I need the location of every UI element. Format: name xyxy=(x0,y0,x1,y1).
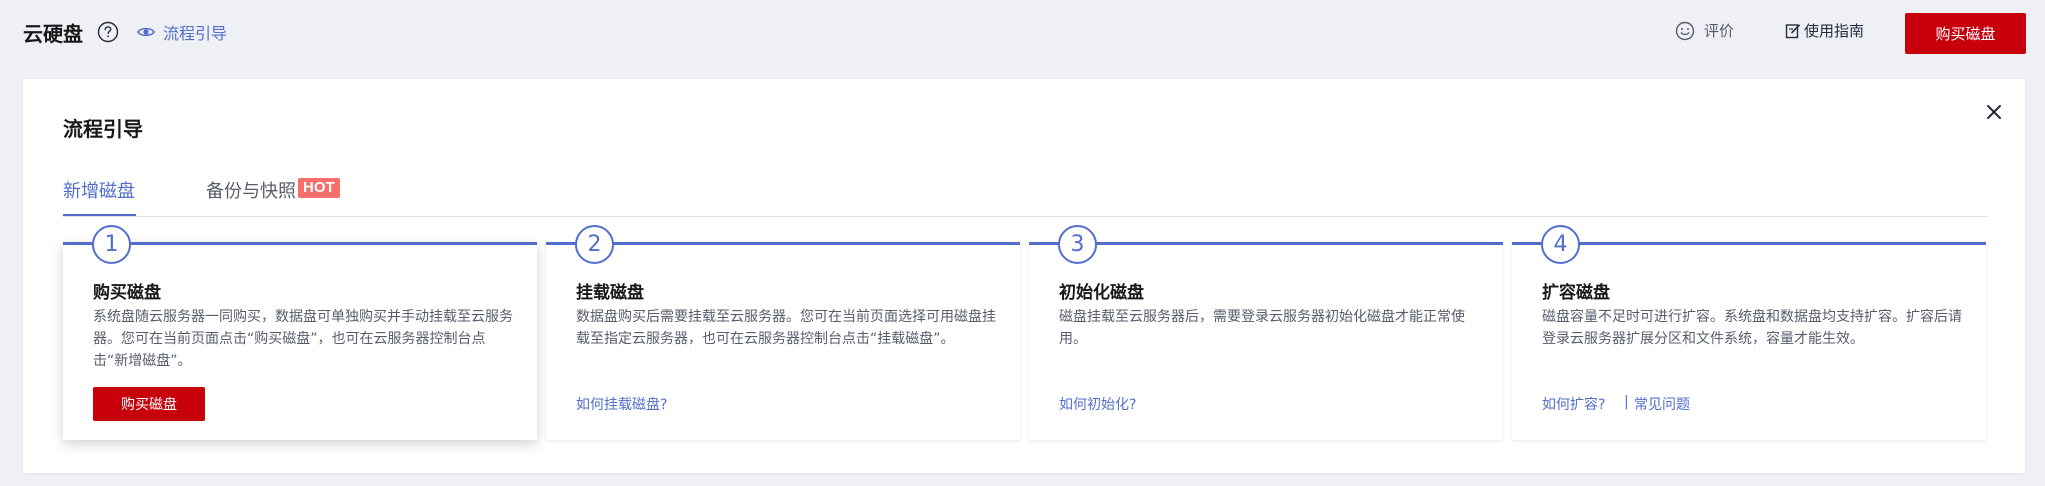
rate-button[interactable]: 评价 xyxy=(1675,20,1734,41)
manual-link[interactable]: 使用指南 xyxy=(1785,20,1864,41)
step-desc: 数据盘购买后需要挂载至云服务器。您可在当前页面选择可用磁盘挂载至指定云服务器，也… xyxy=(576,309,996,347)
step-number: 4 xyxy=(1541,225,1580,264)
rate-label: 评价 xyxy=(1704,22,1735,40)
step-card-init: 3 初始化磁盘 磁盘挂载至云服务器后，需要登录云服务器初始化磁盘才能正常使用。 … xyxy=(1029,225,1503,440)
step-card-expand: 4 扩容磁盘 磁盘容量不足时可进行扩容。系统盘和数据盘均支持扩容。扩容后请登录云… xyxy=(1512,225,1986,440)
step-buy-disk-button[interactable]: 购买磁盘 xyxy=(93,387,205,421)
step-title: 挂载磁盘 xyxy=(576,283,644,303)
step-title: 扩容磁盘 xyxy=(1542,283,1610,303)
step-title: 初始化磁盘 xyxy=(1059,283,1144,303)
step-number: 3 xyxy=(1058,225,1097,264)
smile-icon xyxy=(1675,21,1695,40)
step-title: 购买磁盘 xyxy=(93,283,161,303)
step-card-attach: 2 挂载磁盘 数据盘购买后需要挂载至云服务器。您可在当前页面选择可用磁盘挂载至指… xyxy=(546,225,1020,440)
how-to-expand-link[interactable]: 如何扩容? xyxy=(1542,394,1605,414)
tab-add-disk[interactable]: 新增磁盘 xyxy=(63,171,136,216)
hot-badge: HOT xyxy=(298,178,340,198)
tab-backup-snapshot[interactable]: 备份与快照 HOT xyxy=(206,171,340,222)
how-to-attach-link[interactable]: 如何挂载磁盘? xyxy=(576,394,667,414)
guide-link-label: 流程引导 xyxy=(163,24,228,43)
faq-link[interactable]: 常见问题 xyxy=(1634,394,1690,414)
page-title: 云硬盘 xyxy=(23,22,83,46)
step-number: 1 xyxy=(92,225,131,264)
guide-panel: 流程引导 新增磁盘 备份与快照 HOT 1 购买磁盘 系统盘随云服务器一同购买，… xyxy=(23,79,2025,473)
step-desc: 系统盘随云服务器一同购买，数据盘可单独购买并手动挂载至云服务器。您可在当前页面点… xyxy=(93,309,513,369)
buy-disk-button[interactable]: 购买磁盘 xyxy=(1905,13,2026,54)
step-card-buy: 1 购买磁盘 系统盘随云服务器一同购买，数据盘可单独购买并手动挂载至云服务器。您… xyxy=(63,225,537,440)
how-to-init-link[interactable]: 如何初始化? xyxy=(1059,394,1136,414)
help-icon[interactable] xyxy=(97,21,119,43)
eye-icon xyxy=(137,27,155,37)
tab-bar: 新增磁盘 备份与快照 HOT xyxy=(63,171,1988,217)
step-desc: 磁盘容量不足时可进行扩容。系统盘和数据盘均支持扩容。扩容后请登录云服务器扩展分区… xyxy=(1542,309,1962,347)
step-number: 2 xyxy=(575,225,614,264)
step-desc: 磁盘挂载至云服务器后，需要登录云服务器初始化磁盘才能正常使用。 xyxy=(1059,309,1465,347)
panel-title: 流程引导 xyxy=(63,117,143,141)
link-separator: | xyxy=(1624,394,1629,410)
close-icon[interactable] xyxy=(1983,101,2005,123)
top-bar: 云硬盘 流程引导 评价 使用指南 购买磁盘 xyxy=(0,0,2045,66)
guide-link[interactable]: 流程引导 xyxy=(137,20,227,44)
manual-label: 使用指南 xyxy=(1804,22,1865,40)
tab-backup-label: 备份与快照 xyxy=(206,181,296,202)
edit-icon xyxy=(1785,23,1800,38)
